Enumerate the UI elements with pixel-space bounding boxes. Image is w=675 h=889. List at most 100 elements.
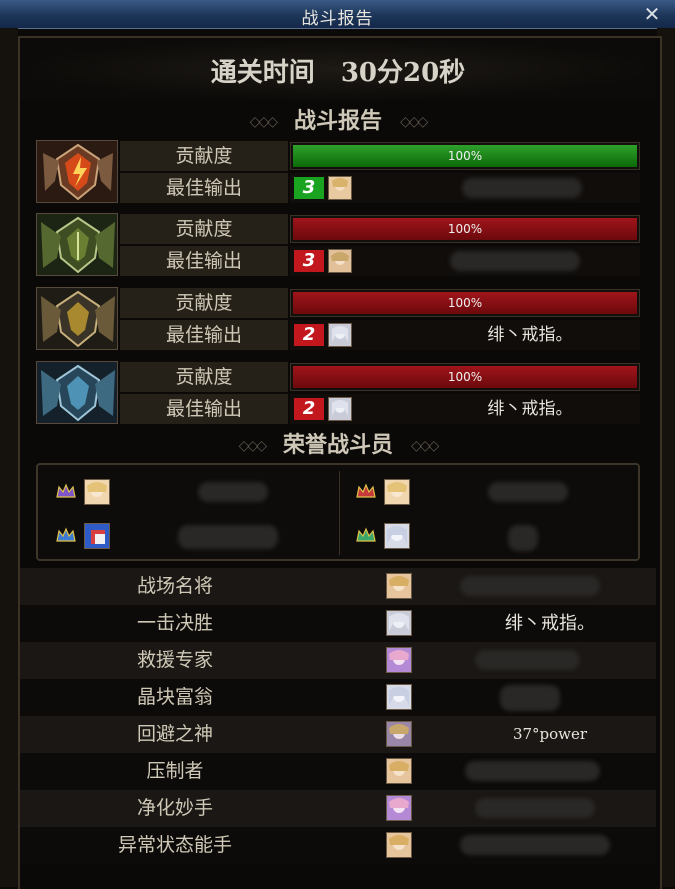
crown-icon bbox=[356, 527, 376, 542]
player-name: 绯丶戒指。 bbox=[487, 325, 573, 345]
honor-heading: ◇◇◇ 荣誉战斗员 ◇◇◇ bbox=[20, 428, 656, 462]
contribution-fill: 100% bbox=[293, 366, 637, 388]
award-title: 压制者 bbox=[146, 760, 204, 782]
best-output-label: 最佳输出 bbox=[120, 394, 288, 424]
redacted-name bbox=[465, 761, 600, 781]
player-portrait-icon[interactable] bbox=[328, 249, 352, 273]
honor-player-3[interactable] bbox=[48, 517, 338, 557]
ornament-right-icon: ◇◇◇ bbox=[400, 114, 428, 130]
crown-icon bbox=[356, 483, 376, 498]
award-player: 绯丶戒指。 bbox=[505, 613, 595, 634]
player-portrait-icon[interactable] bbox=[386, 721, 412, 747]
blue-crest-icon bbox=[36, 361, 118, 424]
rank-badge: 3 bbox=[294, 177, 324, 199]
contribution-label: 贡献度 bbox=[120, 288, 288, 318]
player-portrait-icon[interactable] bbox=[328, 323, 352, 347]
clear-time-label: 通关时间 bbox=[210, 58, 315, 88]
dungeon-panel-1: 贡献度 100% 最佳输出 3 bbox=[36, 140, 640, 204]
contribution-bar: 100% bbox=[290, 363, 640, 391]
best-output-label: 最佳输出 bbox=[120, 320, 288, 350]
award-row: 晶块富翁 bbox=[20, 679, 656, 716]
red-crest-icon bbox=[36, 140, 118, 203]
player-portrait-icon[interactable] bbox=[386, 832, 412, 858]
award-row: 净化妙手 bbox=[20, 790, 656, 827]
contribution-bar: 100% bbox=[290, 142, 640, 170]
award-row: 一击决胜 绯丶戒指。 bbox=[20, 605, 656, 642]
best-output-slot: 2 绯丶戒指。 bbox=[290, 320, 640, 350]
close-button[interactable]: ✕ bbox=[641, 2, 663, 26]
award-title: 战场名将 bbox=[136, 575, 213, 597]
rank-badge: 2 bbox=[294, 398, 324, 420]
player-portrait-icon[interactable] bbox=[386, 610, 412, 636]
honor-player-2[interactable] bbox=[348, 473, 638, 513]
dungeon-panel-3: 贡献度 100% 最佳输出 2 绯丶戒指。 bbox=[36, 287, 640, 351]
redacted-name bbox=[450, 251, 580, 271]
dungeon-panel-2: 贡献度 100% 最佳输出 3 bbox=[36, 213, 640, 277]
redacted-name bbox=[475, 798, 595, 818]
contribution-fill: 100% bbox=[293, 218, 637, 240]
redacted-name bbox=[460, 576, 600, 596]
best-output-slot: 3 bbox=[290, 246, 640, 276]
award-title: 救援专家 bbox=[136, 649, 213, 671]
award-title: 晶块富翁 bbox=[136, 686, 213, 708]
awards-list: 战场名将 一击决胜 绯丶戒指。 救援专家 晶块富翁 回避之神 37°power … bbox=[20, 568, 656, 864]
award-row: 压制者 bbox=[20, 753, 656, 790]
award-title: 回避之神 bbox=[136, 723, 213, 745]
player-portrait-icon[interactable] bbox=[84, 479, 110, 505]
contribution-fill: 100% bbox=[293, 145, 637, 167]
award-title: 异常状态能手 bbox=[117, 834, 232, 856]
best-output-label: 最佳输出 bbox=[120, 246, 288, 276]
rank-badge: 2 bbox=[294, 324, 324, 346]
player-portrait-icon[interactable] bbox=[386, 647, 412, 673]
best-output-slot: 3 bbox=[290, 173, 640, 203]
award-title: 净化妙手 bbox=[136, 797, 213, 819]
award-title: 一击决胜 bbox=[136, 612, 213, 634]
player-portrait-icon[interactable] bbox=[84, 523, 110, 549]
award-row: 回避之神 37°power bbox=[20, 716, 656, 753]
redacted-name bbox=[500, 685, 560, 711]
honor-divider bbox=[339, 471, 340, 555]
honor-player-1[interactable] bbox=[48, 473, 338, 513]
redacted-name bbox=[508, 525, 538, 551]
clear-time-value: 30分20秒 bbox=[340, 58, 466, 88]
contribution-label: 贡献度 bbox=[120, 141, 288, 171]
green-crest-icon bbox=[36, 213, 118, 276]
redacted-name bbox=[475, 650, 580, 670]
window-title: 战斗报告 bbox=[301, 9, 374, 29]
honor-player-4[interactable] bbox=[348, 517, 638, 557]
contribution-bar: 100% bbox=[290, 215, 640, 243]
player-portrait-icon[interactable] bbox=[384, 523, 410, 549]
player-name: 绯丶戒指。 bbox=[487, 399, 573, 419]
player-portrait-icon[interactable] bbox=[384, 479, 410, 505]
contribution-label: 贡献度 bbox=[120, 362, 288, 392]
award-row: 战场名将 bbox=[20, 568, 656, 605]
contribution-fill: 100% bbox=[293, 292, 637, 314]
player-portrait-icon[interactable] bbox=[386, 795, 412, 821]
contribution-label: 贡献度 bbox=[120, 214, 288, 244]
award-row: 救援专家 bbox=[20, 642, 656, 679]
redacted-name bbox=[488, 482, 568, 502]
redacted-name bbox=[460, 835, 610, 855]
player-portrait-icon[interactable] bbox=[386, 758, 412, 784]
ornament-right-icon: ◇◇◇ bbox=[411, 438, 439, 454]
crown-icon bbox=[56, 527, 76, 542]
award-player: 37°power bbox=[512, 725, 588, 743]
ornament-left-icon: ◇◇◇ bbox=[249, 114, 278, 130]
redacted-name bbox=[178, 525, 278, 549]
dungeon-panel-4: 贡献度 100% 最佳输出 2 绯丶戒指。 bbox=[36, 361, 640, 425]
battle-report-title: 战斗报告 bbox=[293, 108, 382, 134]
ornament-left-icon: ◇◇◇ bbox=[238, 438, 267, 454]
player-portrait-icon[interactable] bbox=[328, 397, 352, 421]
redacted-name bbox=[198, 482, 268, 502]
player-portrait-icon[interactable] bbox=[386, 684, 412, 710]
best-output-label: 最佳输出 bbox=[120, 173, 288, 203]
crown-icon bbox=[56, 483, 76, 498]
redacted-name bbox=[462, 178, 582, 198]
best-output-slot: 2 绯丶戒指。 bbox=[290, 394, 640, 424]
clear-time: 通关时间 30分20秒 bbox=[20, 38, 656, 100]
player-portrait-icon[interactable] bbox=[328, 176, 352, 200]
gold-crest-icon bbox=[36, 287, 118, 350]
player-portrait-icon[interactable] bbox=[386, 573, 412, 599]
honor-players-box bbox=[36, 463, 640, 561]
title-bar: 战斗报告 ✕ bbox=[0, 0, 675, 29]
